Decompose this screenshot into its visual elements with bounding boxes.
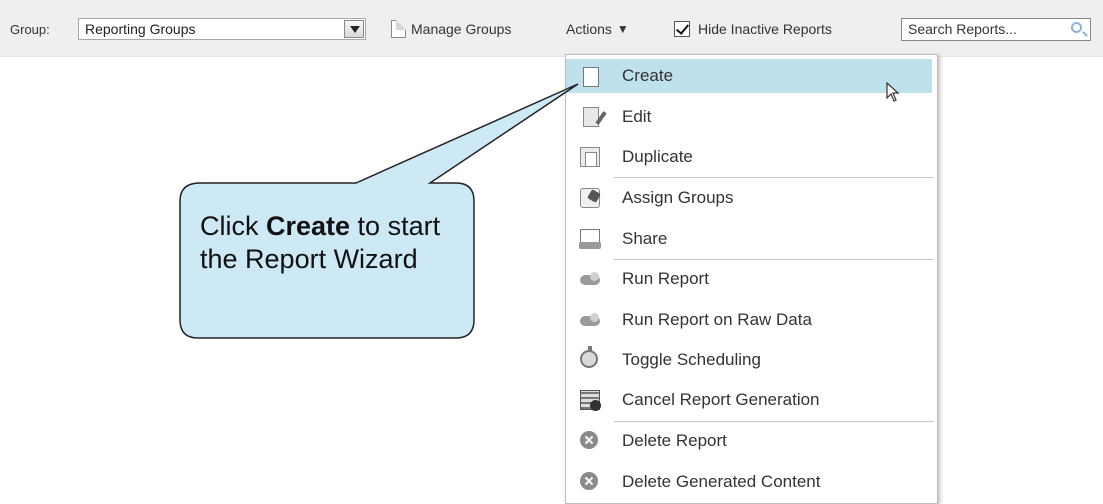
page-icon xyxy=(583,67,599,87)
menu-item-toggle-scheduling[interactable]: Toggle Scheduling xyxy=(566,342,937,378)
run-raw-icon xyxy=(580,313,600,326)
group-label: Group: xyxy=(10,21,50,37)
menu-item-label: Run Report xyxy=(622,269,709,288)
actions-label: Actions xyxy=(566,21,612,37)
callout-bold: Create xyxy=(266,211,351,241)
menu-item-label: Duplicate xyxy=(622,147,693,166)
mouse-cursor-icon xyxy=(886,82,900,102)
callout-text: Click Create to start the Report Wizard xyxy=(200,210,470,276)
share-icon xyxy=(579,229,601,249)
search-icon[interactable] xyxy=(1071,22,1082,33)
hide-inactive-checkbox[interactable] xyxy=(674,21,690,37)
menu-divider xyxy=(614,421,934,422)
manage-groups-button[interactable]: Manage Groups xyxy=(391,18,511,40)
menu-item-assign-groups[interactable]: Assign Groups xyxy=(566,180,937,216)
menu-item-cancel-generation[interactable]: Cancel Report Generation xyxy=(566,382,937,418)
run-report-icon xyxy=(580,272,600,285)
menu-item-label: Share xyxy=(622,229,668,248)
group-select[interactable]: Reporting Groups xyxy=(78,18,366,40)
hide-inactive-label: Hide Inactive Reports xyxy=(698,21,832,37)
toolbar: Group: Reporting Groups Manage Groups Ac… xyxy=(0,0,1103,57)
menu-item-label: Cancel Report Generation xyxy=(622,390,820,409)
delete-icon xyxy=(580,431,598,449)
assign-groups-icon xyxy=(580,188,600,208)
menu-item-duplicate[interactable]: Duplicate xyxy=(566,139,937,175)
menu-item-label: Delete Generated Content xyxy=(622,472,821,491)
manage-groups-label: Manage Groups xyxy=(411,21,512,37)
menu-item-share[interactable]: Share xyxy=(566,221,937,257)
callout-prefix: Click xyxy=(200,211,266,241)
menu-item-label: Run Report on Raw Data xyxy=(622,310,812,329)
search-reports-input[interactable]: Search Reports... xyxy=(901,18,1091,41)
search-placeholder: Search Reports... xyxy=(908,21,1017,37)
menu-item-create[interactable]: Create xyxy=(566,59,932,93)
menu-item-run-report[interactable]: Run Report xyxy=(566,261,937,297)
menu-item-delete-report[interactable]: Delete Report xyxy=(566,423,937,459)
dropdown-arrow-icon[interactable] xyxy=(344,20,364,38)
hide-inactive-toggle[interactable]: Hide Inactive Reports xyxy=(674,18,832,40)
actions-dropdown-menu: Create Edit Duplicate Assign Groups Shar… xyxy=(565,54,938,504)
menu-divider xyxy=(614,259,934,260)
menu-item-label: Edit xyxy=(622,107,652,126)
delete-icon xyxy=(580,472,598,490)
menu-item-label: Delete Report xyxy=(622,431,727,450)
menu-item-delete-generated[interactable]: Delete Generated Content xyxy=(566,464,937,500)
duplicate-icon xyxy=(580,147,600,167)
group-select-value: Reporting Groups xyxy=(85,21,196,37)
stopwatch-icon xyxy=(580,346,598,368)
edit-icon xyxy=(583,107,599,127)
cancel-generation-icon xyxy=(580,390,601,411)
actions-menu-button[interactable]: Actions ▼ xyxy=(566,18,629,40)
menu-item-label: Assign Groups xyxy=(622,188,734,207)
menu-item-run-report-raw[interactable]: Run Report on Raw Data xyxy=(566,302,937,338)
page-icon xyxy=(391,20,406,38)
menu-item-label: Create xyxy=(622,66,674,85)
menu-divider xyxy=(614,177,934,178)
menu-item-label: Toggle Scheduling xyxy=(622,350,761,369)
caret-down-icon: ▼ xyxy=(616,22,629,36)
menu-item-edit[interactable]: Edit xyxy=(566,99,937,135)
